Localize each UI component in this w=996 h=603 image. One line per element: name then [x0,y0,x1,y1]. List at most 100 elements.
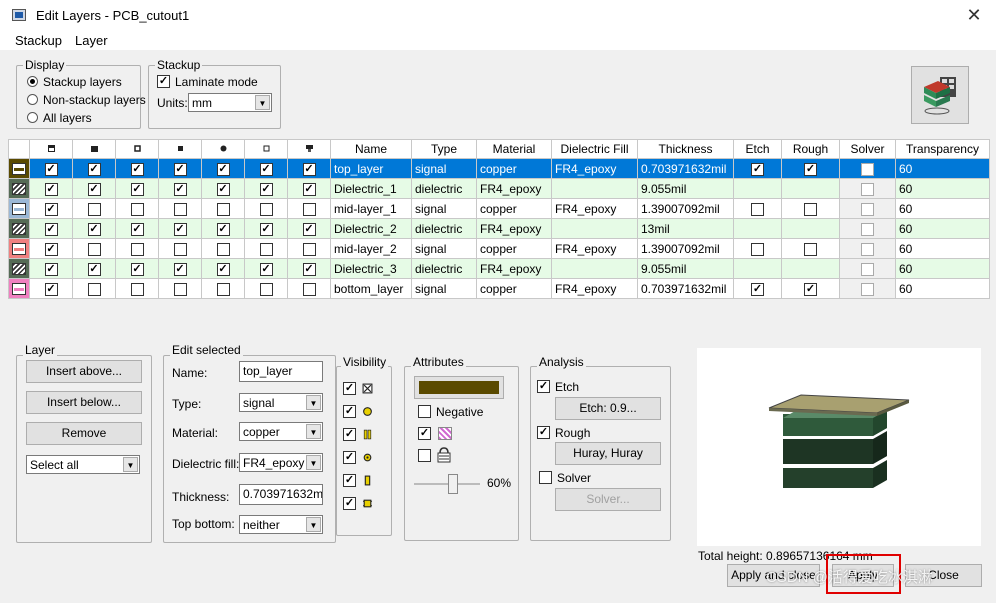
rough-checkbox[interactable] [804,202,817,216]
layer-type-cell[interactable]: signal [411,238,477,259]
layer-name-cell[interactable]: mid-layer_2 [330,238,412,259]
visibility-checkbox[interactable] [130,242,144,256]
visibility-checkbox[interactable]: ✓ [173,222,187,236]
etch-checkbox[interactable] [751,242,764,256]
visibility-checkbox[interactable]: ✓ [302,262,316,276]
column-header[interactable]: Etch [733,139,782,159]
dielectric-fill-cell[interactable]: FR4_epoxy [551,278,638,299]
visibility-checkbox[interactable] [259,202,273,216]
solver-checkbox[interactable] [861,182,874,196]
menu-layer[interactable]: Layer [75,33,108,48]
table-row[interactable]: ✓ ✓ ✓ ✓ ✓ ✓ ✓ Dielectric_1 dielectric FR4_epoxy 9.… [8,178,990,199]
visibility-checkbox[interactable]: ✓ [259,182,273,196]
solver-button[interactable]: Solver... [555,488,661,511]
visibility-checkbox[interactable] [259,282,273,296]
layer-type-cell[interactable]: signal [411,198,477,219]
layer-name-cell[interactable]: Dielectric_1 [330,178,412,199]
insert-above-button[interactable]: Insert above... [26,360,142,383]
dielectric-fill-cell[interactable]: FR4_epoxy [551,198,638,219]
visibility-checkbox[interactable]: ✓ [44,182,58,196]
laminate-mode-checkbox[interactable]: ✓ [157,75,170,88]
rough-checkbox[interactable]: ✓ [804,162,817,176]
table-row[interactable]: ✓ bottom_layer signal copper FR4_epoxy 0.7039… [8,278,990,299]
visibility-checkbox[interactable]: ✓ [259,222,273,236]
column-header[interactable]: Material [476,139,552,159]
visibility-checkbox[interactable]: ✓ [44,242,58,256]
layer-type-cell[interactable]: dielectric [411,218,477,239]
transparency-cell[interactable]: 60 [895,238,990,259]
close-icon[interactable]: ✕ [962,4,986,26]
visibility-checkbox[interactable]: ✓ [343,497,356,510]
etch-checkbox[interactable] [751,202,764,216]
transparency-cell[interactable]: 60 [895,198,990,219]
material-select[interactable]: copper ▼ [239,422,323,441]
visibility-checkbox[interactable] [130,282,144,296]
trace-icon[interactable] [158,139,202,159]
layer-icon[interactable] [29,139,73,159]
visibility-checkbox[interactable] [173,282,187,296]
solver-checkbox[interactable] [539,471,552,484]
visibility-checkbox[interactable] [87,282,101,296]
material-cell[interactable]: FR4_epoxy [476,218,552,239]
layer-color-swatch[interactable] [12,243,26,256]
layer-type-cell[interactable]: dielectric [411,258,477,279]
visibility-checkbox[interactable] [302,202,316,216]
visibility-checkbox[interactable] [216,242,230,256]
layer-color-swatch[interactable] [12,223,26,236]
material-cell[interactable]: copper [476,198,552,219]
solver-checkbox[interactable] [861,162,874,176]
transparency-slider-thumb[interactable] [448,474,458,494]
solver-checkbox[interactable] [861,262,874,276]
visibility-checkbox[interactable]: ✓ [259,262,273,276]
visibility-checkbox[interactable]: ✓ [173,162,187,176]
radio-stackup-layers[interactable] [27,76,38,87]
layer-type-cell[interactable]: signal [411,278,477,299]
transparency-cell[interactable]: 60 [895,178,990,199]
via-icon[interactable] [115,139,159,159]
visibility-checkbox[interactable] [173,242,187,256]
visibility-checkbox[interactable]: ✓ [302,182,316,196]
table-row[interactable]: ✓ ✓ ✓ ✓ ✓ ✓ ✓ Dielectric_3 dielectric FR4_epoxy 9.… [8,258,990,279]
visibility-checkbox[interactable]: ✓ [87,162,101,176]
transparency-cell[interactable]: 60 [895,258,990,279]
hatch-icon[interactable] [287,139,331,159]
top-bottom-select[interactable]: neither ▼ [239,515,323,534]
solver-checkbox[interactable] [861,202,874,216]
transparency-cell[interactable]: 60 [895,278,990,299]
stipple-checkbox[interactable] [418,449,431,462]
dielectric-fill-cell[interactable] [551,178,638,199]
visibility-checkbox[interactable] [302,242,316,256]
solver-checkbox[interactable] [861,242,874,256]
visibility-checkbox[interactable]: ✓ [259,162,273,176]
insert-below-button[interactable]: Insert below... [26,391,142,414]
visibility-checkbox[interactable] [173,202,187,216]
etch-button[interactable]: Etch: 0.9... [555,397,661,420]
table-row[interactable]: ✓ mid-layer_2 signal copper FR4_epoxy 1.39007… [8,238,990,259]
visibility-checkbox[interactable] [87,202,101,216]
dielectric-fill-cell[interactable] [551,218,638,239]
thickness-cell[interactable]: 1.39007092mil [637,198,734,219]
layer-color-swatch[interactable] [12,163,26,176]
solver-checkbox[interactable] [861,222,874,236]
visibility-checkbox[interactable] [302,282,316,296]
dielectric-fill-cell[interactable]: FR4_epoxy [551,238,638,259]
visibility-checkbox[interactable]: ✓ [343,382,356,395]
name-input[interactable]: top_layer [239,361,323,382]
table-row[interactable]: ✓ ✓ ✓ ✓ ✓ ✓ ✓ top_layer signal copper FR4_epoxy 0.7… [8,158,990,179]
thickness-cell[interactable]: 0.703971632mil [637,158,734,179]
thickness-cell[interactable]: 9.055mil [637,178,734,199]
units-select[interactable]: mm ▼ [188,93,272,112]
visibility-checkbox[interactable]: ✓ [343,428,356,441]
transparency-cell[interactable]: 60 [895,158,990,179]
type-select[interactable]: signal ▼ [239,393,323,412]
visibility-checkbox[interactable]: ✓ [216,162,230,176]
visibility-checkbox[interactable]: ✓ [173,182,187,196]
column-header[interactable]: Type [411,139,477,159]
thickness-cell[interactable]: 0.703971632mil [637,278,734,299]
rough-checkbox[interactable] [804,242,817,256]
table-row[interactable]: ✓ ✓ ✓ ✓ ✓ ✓ ✓ Dielectric_2 dielectric FR4_epoxy 13… [8,218,990,239]
material-cell[interactable]: FR4_epoxy [476,258,552,279]
layer-type-cell[interactable]: signal [411,158,477,179]
visibility-checkbox[interactable]: ✓ [343,474,356,487]
radio-non-stackup-layers[interactable] [27,94,38,105]
